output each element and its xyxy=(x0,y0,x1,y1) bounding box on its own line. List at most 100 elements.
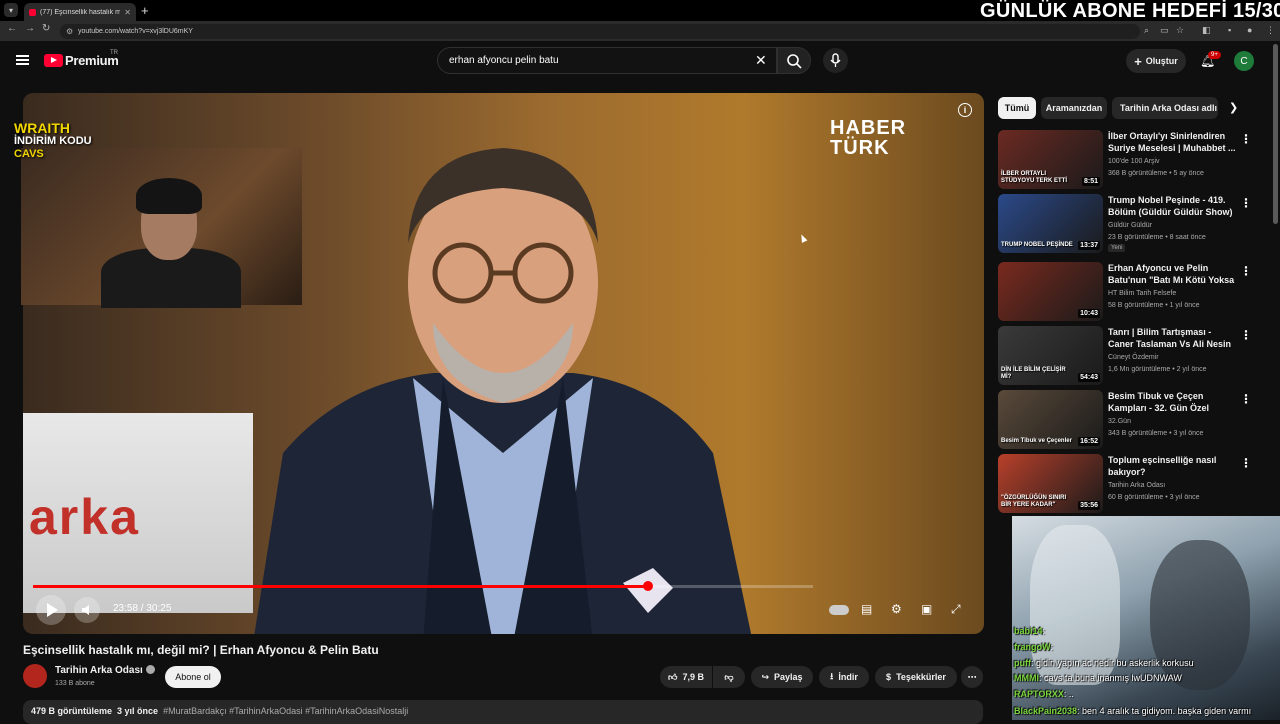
download-icon: ⭳ xyxy=(830,671,834,681)
progress-scrubber[interactable] xyxy=(642,581,653,591)
site-info-icon[interactable]: ⚙ xyxy=(66,27,73,36)
reload-icon[interactable]: ↻ xyxy=(42,23,50,34)
description-header[interactable]: 479 B görüntüleme 3 yıl önce #MuratBarda… xyxy=(31,706,408,716)
like-button[interactable]: 👍︎ 7,9 B xyxy=(660,666,712,688)
more-vertical-icon[interactable]: ⋮ xyxy=(1240,456,1252,470)
recommendation-meta: 343 B görüntüleme • 3 yıl önce xyxy=(1108,430,1204,437)
logo-line-2: TÜRK xyxy=(830,137,890,159)
subtitles-icon[interactable]: ▤ xyxy=(861,602,872,616)
recommendation-channel[interactable]: Cüneyt Özdemir xyxy=(1108,354,1159,361)
recommendation-title[interactable]: Erhan Afyoncu ve Pelin Batu'nun "Batı Mı… xyxy=(1108,262,1236,286)
share-button[interactable]: ↪ Paylaş xyxy=(751,666,813,688)
subscribe-button[interactable]: Abone ol xyxy=(165,666,221,688)
recommendation-thumbnail[interactable]: 10:43 xyxy=(998,262,1103,321)
bookmark-star-icon[interactable]: ☆ xyxy=(1176,25,1184,36)
chip-from-search[interactable]: Aramanızdan xyxy=(1041,97,1107,119)
account-avatar[interactable]: C xyxy=(1234,51,1254,71)
play-button[interactable] xyxy=(36,595,66,625)
view-count: 479 B görüntüleme xyxy=(31,706,113,716)
recommendation-title[interactable]: Toplum eşcinselliğe nasıl bakıyor? xyxy=(1108,454,1236,478)
fullscreen-icon[interactable]: ⤢ xyxy=(951,602,961,617)
settings-gear-icon[interactable]: ⚙ xyxy=(891,602,902,616)
zoom-icon[interactable]: ⌕ xyxy=(1144,25,1149,36)
extensions-icon[interactable]: ◧ xyxy=(1202,25,1211,36)
cast-icon[interactable]: ▭ xyxy=(1160,25,1169,36)
chat-text: : .. xyxy=(1063,689,1074,699)
thumbs-down-icon: 👎︎ xyxy=(724,671,734,682)
notification-count-badge: 9+ xyxy=(1208,51,1221,59)
info-icon[interactable]: i xyxy=(958,103,972,117)
subscriber-goal-overlay: GÜNLÜK ABONE HEDEFİ 15/30 xyxy=(980,0,1280,22)
share-icon: ↪ xyxy=(761,671,769,682)
chevron-right-icon[interactable]: ❯ xyxy=(1229,101,1238,114)
tab-title: (77) Eşcinsellik hastalık mı... xyxy=(40,8,121,16)
recommendation-item[interactable]: 10:43 Erhan Afyoncu ve Pelin Batu'nun "Ba… xyxy=(998,262,1278,322)
back-icon[interactable]: ← xyxy=(7,23,17,34)
hashtags[interactable]: #MuratBardakçı #TarihinArkaOdasi #Tarihi… xyxy=(163,706,408,716)
channel-name-text[interactable]: Tarihin Arka Odası xyxy=(55,665,143,676)
channel-avatar[interactable] xyxy=(23,664,47,688)
recommendation-title[interactable]: Trump Nobel Peşinde - 419. Bölüm (Güldür… xyxy=(1108,194,1236,218)
download-button[interactable]: ⭳ İndir xyxy=(819,666,869,688)
volume-button[interactable] xyxy=(74,597,100,623)
recommendation-channel[interactable]: Tarihin Arka Odası xyxy=(1108,482,1165,489)
tab-search-button[interactable]: ▾ xyxy=(4,3,18,17)
menu-icon[interactable] xyxy=(16,55,29,65)
browser-tab[interactable]: (77) Eşcinsellik hastalık mı... ✕ xyxy=(24,3,136,21)
chat-text: : xyxy=(1042,626,1046,636)
recommendation-title[interactable]: Tanrı | Bilim Tartışması - Caner Taslama… xyxy=(1108,326,1236,350)
logo-region: TR xyxy=(110,50,118,56)
progress-bar-fill[interactable] xyxy=(33,585,648,588)
profile-icon[interactable]: ● xyxy=(1247,25,1252,35)
url-field[interactable]: youtube.com/watch?v=xvj3lDU6mKY xyxy=(60,24,1140,39)
clear-search-icon[interactable]: ✕ xyxy=(755,52,767,69)
channel-name[interactable]: Tarihin Arka Odası xyxy=(55,665,155,676)
more-vertical-icon[interactable]: ⋮ xyxy=(1240,328,1252,342)
new-tab-button[interactable]: + xyxy=(141,3,149,18)
thumbs-up-icon: 👍︎ xyxy=(668,671,678,682)
search-button[interactable] xyxy=(777,47,811,74)
recommendation-thumbnail[interactable]: TRUMP NOBEL PEŞİNDE 13:37 xyxy=(998,194,1103,253)
more-actions-button[interactable]: ⋯ xyxy=(961,666,983,688)
recommendation-channel[interactable]: Güldür Güldür xyxy=(1108,222,1152,229)
youtube-logo-icon[interactable] xyxy=(44,54,63,67)
recommendation-thumbnail[interactable]: İLBER ORTAYLI STÜDYOYU TERK ETTİ 8:51 xyxy=(998,130,1103,189)
thumbnail-caption: "ÖZGÜRLÜĞÜN SINIRI BİR YERE KADAR" xyxy=(1001,495,1067,508)
dislike-button[interactable]: 👎︎ xyxy=(713,666,745,688)
recommendation-title[interactable]: İlber Ortaylı'yı Sinirlendiren Suriye Me… xyxy=(1108,130,1236,154)
recommendation-item[interactable]: TRUMP NOBEL PEŞİNDE 13:37 Trump Nobel Peşi… xyxy=(998,194,1278,254)
chat-message: frangoW: xyxy=(1014,642,1053,652)
more-vertical-icon[interactable]: ⋮ xyxy=(1240,196,1252,210)
browser-menu-icon[interactable]: ⋮ xyxy=(1266,25,1275,36)
search-icon xyxy=(787,54,802,69)
chip-all[interactable]: Tümü xyxy=(998,97,1036,119)
recommendation-item[interactable]: Besim Tibuk ve Çeçenler 16:52 Besim Tibuk … xyxy=(998,390,1278,450)
extension-icon[interactable]: ▪ xyxy=(1228,25,1231,35)
search-input[interactable]: erhan afyoncu pelin batu xyxy=(437,47,777,74)
like-count: 7,9 B xyxy=(682,672,704,682)
recommendation-thumbnail[interactable]: Besim Tibuk ve Çeçenler 16:52 xyxy=(998,390,1103,449)
duration-badge: 8:51 xyxy=(1081,177,1100,186)
autoplay-toggle[interactable] xyxy=(829,605,849,615)
recommendation-thumbnail[interactable]: DİN İLE BİLİM ÇELİŞİR Mİ? 54:43 xyxy=(998,326,1103,385)
create-button[interactable]: + Oluştur xyxy=(1126,49,1186,73)
recommendation-channel[interactable]: HT Bilim Tarih Felsefe xyxy=(1108,290,1176,297)
forward-icon[interactable]: → xyxy=(25,23,35,34)
close-tab-icon[interactable]: ✕ xyxy=(124,8,131,17)
recommendation-item[interactable]: DİN İLE BİLİM ÇELİŞİR Mİ? 54:43 Tanrı | Bi… xyxy=(998,326,1278,386)
recommendation-channel[interactable]: 32.Gün xyxy=(1108,418,1131,425)
more-vertical-icon[interactable]: ⋮ xyxy=(1240,392,1252,406)
chip-channel[interactable]: Tarihin Arka Odası adlı y xyxy=(1112,97,1218,119)
more-vertical-icon[interactable]: ⋮ xyxy=(1240,132,1252,146)
recommendation-meta: 60 B görüntüleme • 3 yıl önce xyxy=(1108,494,1200,501)
miniplayer-icon[interactable]: ▣ xyxy=(921,602,932,616)
recommendation-thumbnail[interactable]: "ÖZGÜRLÜĞÜN SINIRI BİR YERE KADAR" 35:56 xyxy=(998,454,1103,513)
voice-search-button[interactable] xyxy=(823,48,848,73)
more-vertical-icon[interactable]: ⋮ xyxy=(1240,264,1252,278)
recommendation-title[interactable]: Besim Tibuk ve Çeçen Kampları - 32. Gün … xyxy=(1108,390,1236,414)
haberturk-logo: HABER TÜRK xyxy=(830,118,906,158)
recommendation-channel[interactable]: 100'de 100 Arşiv xyxy=(1108,158,1160,165)
thanks-button[interactable]: $ Teşekkürler xyxy=(875,666,957,688)
recommendation-item[interactable]: İLBER ORTAYLI STÜDYOYU TERK ETTİ 8:51 İlbe… xyxy=(998,130,1278,190)
recommendation-item[interactable]: "ÖZGÜRLÜĞÜN SINIRI BİR YERE KADAR" 35:56 T… xyxy=(998,454,1278,514)
